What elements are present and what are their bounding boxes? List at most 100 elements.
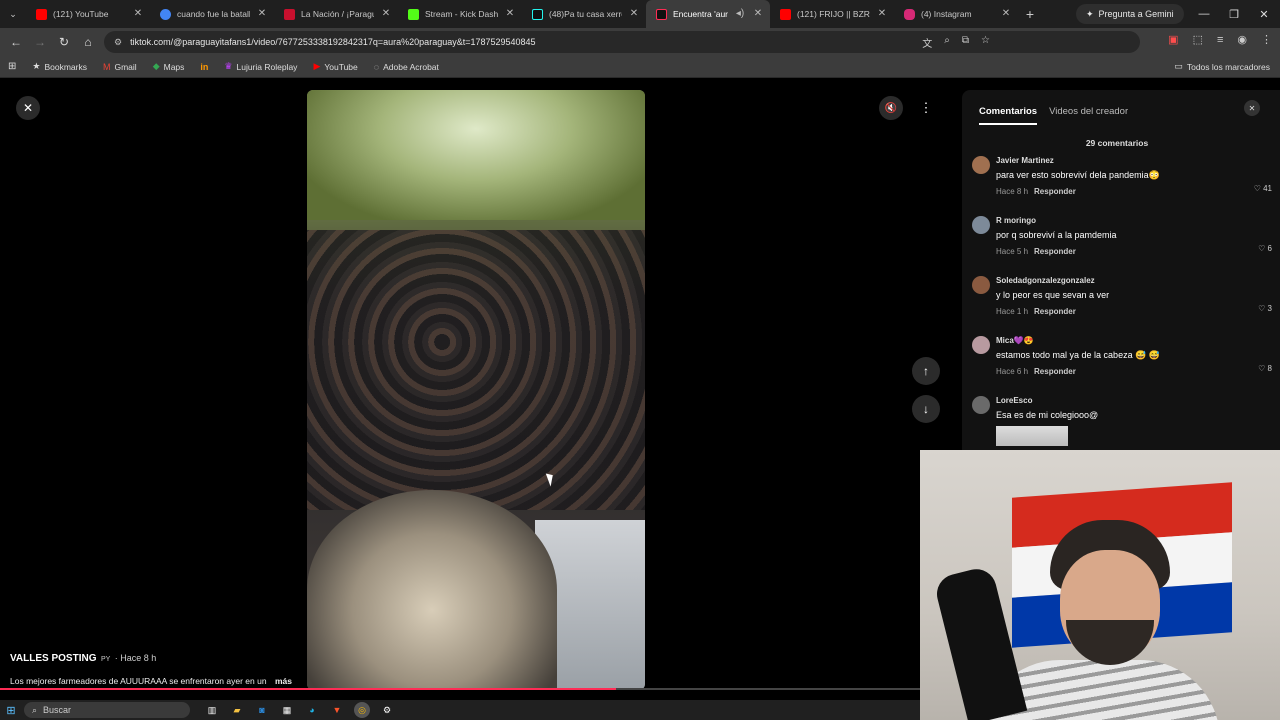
tab-kick[interactable]: Stream - Kick Dashbo ✕ — [398, 0, 522, 28]
close-icon[interactable]: ✕ — [504, 8, 516, 20]
comment-user[interactable]: LoreEsco — [996, 396, 1032, 405]
url-text[interactable]: tiktok.com/@paraguayitafans1/video/76772… — [130, 37, 535, 47]
apps-grid-icon[interactable]: ⊞ — [8, 61, 16, 72]
address-bar[interactable]: ⚙ tiktok.com/@paraguayitafans1/video/767… — [104, 31, 1140, 53]
profile-avatar[interactable]: ◉ — [1237, 33, 1247, 46]
new-tab-button[interactable]: + — [1018, 6, 1042, 22]
extension-badge-icon[interactable]: ▣ — [1168, 33, 1178, 46]
reply-button[interactable]: Responder — [1034, 367, 1076, 376]
close-icon[interactable]: ✕ — [876, 8, 888, 20]
progress-fill — [0, 688, 617, 690]
close-icon[interactable]: ✕ — [1000, 8, 1012, 20]
task-view-icon[interactable]: ▥ — [204, 702, 220, 718]
install-icon[interactable]: ⧉ — [962, 35, 969, 50]
comment-user[interactable]: Javier Martinez — [996, 156, 1054, 165]
extensions-icon[interactable]: ⬚ — [1193, 33, 1203, 46]
all-bookmarks-button[interactable]: ▭ Todos los marcadores — [1174, 61, 1270, 72]
google-icon — [160, 8, 171, 20]
avatar[interactable] — [972, 216, 990, 234]
close-icon[interactable]: ✕ — [380, 8, 392, 20]
reply-button[interactable]: Responder — [1034, 247, 1076, 256]
reply-button[interactable]: Responder — [1034, 187, 1076, 196]
bookmark-gmail[interactable]: M Gmail — [103, 62, 137, 72]
reload-button[interactable]: ↻ — [52, 30, 76, 54]
tab-comments[interactable]: Comentarios — [979, 106, 1038, 125]
close-icon[interactable]: ✕ — [628, 8, 640, 20]
comment-image-thumbnail[interactable] — [996, 426, 1068, 446]
taskbar-search[interactable]: ⌕ Buscar — [24, 702, 190, 718]
tab-youtube-frijo[interactable]: (121) FRIJO || BZRP M ✕ — [770, 0, 894, 28]
forward-button[interactable]: → — [28, 30, 52, 54]
tab-creator-videos[interactable]: Videos del creador — [1049, 106, 1128, 125]
close-icon[interactable]: ✕ — [256, 8, 268, 20]
tab-search-dropdown[interactable]: ⌄ — [0, 0, 26, 28]
heart-icon: ♡ — [1258, 244, 1266, 253]
settings-icon[interactable]: ⚙ — [379, 702, 395, 718]
gemini-button[interactable]: ✦ Pregunta a Gemini — [1076, 4, 1184, 24]
tab-instagram[interactable]: (4) Instagram ✕ — [894, 0, 1018, 28]
avatar[interactable] — [972, 276, 990, 294]
tab-tiktok-active[interactable]: Encuentra 'aura p ◂) ✕ — [646, 0, 770, 28]
avatar[interactable] — [972, 396, 990, 414]
maps-icon: ◆ — [152, 61, 160, 71]
like-button[interactable]: ♡ 3 — [1258, 304, 1272, 313]
tab-google-search[interactable]: cuando fue la batalla ✕ — [150, 0, 274, 28]
chrome-icon[interactable]: ◎ — [354, 702, 370, 718]
bookmark-youtube[interactable]: ▶ YouTube — [313, 61, 357, 72]
browser-menu-icon[interactable]: ⋮ — [1261, 33, 1272, 46]
search-icon: ⌕ — [32, 704, 38, 715]
like-button[interactable]: ♡ 6 — [1258, 244, 1272, 253]
bookmark-in[interactable]: in — [200, 62, 208, 72]
bookmark-maps[interactable]: ◆ Maps — [153, 61, 185, 72]
like-button[interactable]: ♡ 41 — [1254, 184, 1272, 193]
author-name[interactable]: VALLES POSTING — [10, 653, 97, 664]
tab-menu-icon[interactable]: ≡ — [1217, 34, 1223, 46]
windows-start-button[interactable]: ⊞ — [0, 700, 22, 720]
close-icon[interactable]: ✕ — [752, 8, 764, 20]
translate-icon[interactable]: 文 — [922, 35, 932, 50]
video-progress-bar[interactable] — [0, 688, 920, 690]
close-panel-button[interactable]: ✕ — [1244, 100, 1260, 116]
minimize-button[interactable]: — — [1188, 0, 1220, 28]
site-info-icon[interactable]: ⚙ — [114, 37, 122, 48]
youtube-icon: ▶ — [313, 61, 321, 71]
previous-video-button[interactable]: ↑ — [912, 357, 940, 385]
home-button[interactable]: ⌂ — [76, 30, 100, 54]
tab-tiktok-1[interactable]: (48)Pa tu casa xerro ✕ — [522, 0, 646, 28]
comment-user[interactable]: Mica💜😍 — [996, 336, 1034, 345]
volume-muted-icon: 🔇 — [884, 102, 898, 114]
maximize-button[interactable]: ❐ — [1218, 0, 1250, 28]
more-link[interactable]: más — [275, 676, 292, 686]
like-button[interactable]: ♡ 8 — [1258, 364, 1272, 373]
zoom-icon[interactable]: ⌕ — [944, 35, 950, 50]
brave-icon[interactable]: ▼ — [329, 702, 345, 718]
instagram-icon — [904, 8, 915, 20]
tiktok-icon — [656, 8, 667, 20]
next-video-button[interactable]: ↓ — [912, 395, 940, 423]
bookmark-star-icon[interactable]: ☆ — [981, 35, 990, 50]
speaker-icon[interactable]: ◂) — [734, 8, 746, 20]
file-explorer-icon[interactable]: ▰ — [229, 702, 245, 718]
comment-user[interactable]: Soledadgonzalezgonzalez — [996, 276, 1095, 285]
reply-button[interactable]: Responder — [1034, 307, 1076, 316]
comment-user[interactable]: R moringo — [996, 216, 1036, 225]
bookmark-bookmarks[interactable]: ★ Bookmarks — [32, 61, 87, 72]
bookmarks-bar: ⊞ ★ Bookmarks M Gmail ◆ Maps in ♛ Lujuri… — [0, 56, 1280, 78]
close-video-button[interactable]: ✕ — [16, 96, 40, 120]
back-button[interactable]: ← — [4, 30, 28, 54]
bookmark-lujuria[interactable]: ♛ Lujuria Roleplay — [224, 61, 297, 72]
mute-button[interactable]: 🔇 — [879, 96, 903, 120]
post-time: · Hace 8 h — [114, 653, 157, 663]
bookmark-adobe[interactable]: ◌ Adobe Acrobat — [374, 62, 439, 72]
video-player[interactable] — [307, 90, 645, 690]
avatar[interactable] — [972, 156, 990, 174]
tab-youtube[interactable]: (121) YouTube ✕ — [26, 0, 150, 28]
close-icon[interactable]: ✕ — [132, 8, 144, 20]
avatar[interactable] — [972, 336, 990, 354]
tab-la-nacion[interactable]: La Nación / ¡Paraguay ✕ — [274, 0, 398, 28]
store-icon[interactable]: ▦ — [279, 702, 295, 718]
window-close-button[interactable]: ✕ — [1248, 0, 1280, 28]
edge-icon[interactable]: ◕ — [304, 702, 320, 718]
outlook-icon[interactable]: ◙ — [254, 702, 270, 718]
more-options-button[interactable]: ⋮ — [914, 96, 938, 120]
